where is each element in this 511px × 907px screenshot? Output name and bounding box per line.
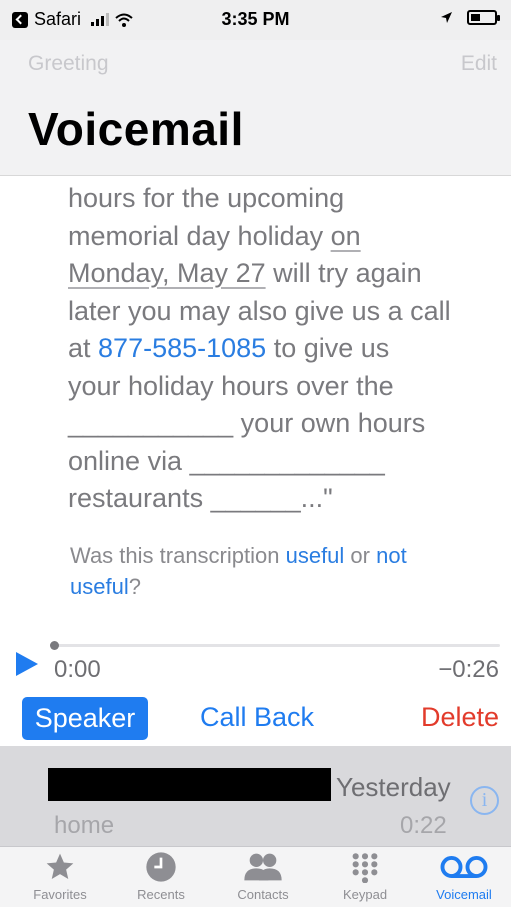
transcript-line: Monday, May 27 will try again xyxy=(68,258,422,288)
tab-recents[interactable]: Recents xyxy=(111,851,211,902)
transcript-line: ___________ your own hours xyxy=(68,408,426,438)
status-bar: Safari 3:35 PM xyxy=(0,0,511,40)
remaining-time: −0:26 xyxy=(438,656,499,683)
tab-keypad[interactable]: Keypad xyxy=(315,851,415,902)
tab-label: Voicemail xyxy=(436,887,492,902)
contacts-icon xyxy=(244,853,282,881)
edit-button[interactable]: Edit xyxy=(461,52,497,76)
redacted-caller-name xyxy=(48,768,331,801)
play-icon[interactable] xyxy=(16,652,38,676)
call-back-button[interactable]: Call Back xyxy=(200,702,314,733)
elapsed-time: 0:00 xyxy=(54,656,101,683)
tab-label: Favorites xyxy=(33,887,87,902)
tab-label: Recents xyxy=(137,887,185,902)
transcript-line: online via _____________ xyxy=(68,445,385,476)
tab-label: Keypad xyxy=(342,887,388,902)
navigation-header: Greeting Edit Voicemail xyxy=(0,40,511,176)
tab-bar: Favorites Recents Contacts Keypad Voicem… xyxy=(0,846,511,907)
voicemail-date: Yesterday xyxy=(336,772,451,802)
clock-icon xyxy=(146,852,176,882)
status-right xyxy=(440,10,500,25)
transcript-line: your holiday hours over the xyxy=(68,370,394,401)
useful-link[interactable]: useful xyxy=(286,543,345,568)
transcription-feedback: Was this transcription useful or not usef… xyxy=(70,543,407,599)
scrubber-knob[interactable] xyxy=(50,641,59,650)
tab-label: Contacts xyxy=(237,887,289,902)
not-useful-link[interactable]: useful xyxy=(70,574,129,599)
star-icon xyxy=(46,853,74,879)
tab-voicemail[interactable]: Voicemail xyxy=(414,851,511,902)
page-title: Voicemail xyxy=(28,103,244,155)
greeting-button[interactable]: Greeting xyxy=(28,52,109,76)
info-icon[interactable]: i xyxy=(470,786,499,815)
transcript-line: restaurants ______..." xyxy=(68,483,333,513)
keypad-icon xyxy=(352,853,378,883)
location-icon xyxy=(441,12,452,23)
voicemail-label: home xyxy=(54,812,115,839)
date-link[interactable]: on xyxy=(331,221,361,251)
transcript-line: memorial day holiday on xyxy=(68,220,361,251)
transcript-line: at 877-585-1085 to give us xyxy=(68,333,390,363)
voicemail-icon xyxy=(440,856,488,878)
tab-contacts[interactable]: Contacts xyxy=(213,851,313,902)
voicemail-transcription: hours for the upcoming memorial day holi… xyxy=(68,180,504,518)
voicemail-duration: 0:22 xyxy=(400,812,447,839)
speaker-button[interactable]: Speaker xyxy=(22,697,148,740)
date-link[interactable]: Monday, May 27 xyxy=(68,258,266,288)
tab-favorites[interactable]: Favorites xyxy=(10,851,110,902)
phone-number-link[interactable]: 877-585-1085 xyxy=(98,333,266,363)
not-useful-link[interactable]: not xyxy=(376,543,407,568)
status-time: 3:35 PM xyxy=(221,9,290,29)
transcript-line: hours for the upcoming xyxy=(68,183,345,213)
playback-scrubber[interactable] xyxy=(50,641,500,650)
transcript-line: later you may also give us a call xyxy=(68,295,451,326)
battery-icon xyxy=(467,10,500,25)
voicemail-list-item[interactable]: Yesterday i home 0:22 xyxy=(0,746,511,846)
delete-button[interactable]: Delete xyxy=(421,702,499,733)
